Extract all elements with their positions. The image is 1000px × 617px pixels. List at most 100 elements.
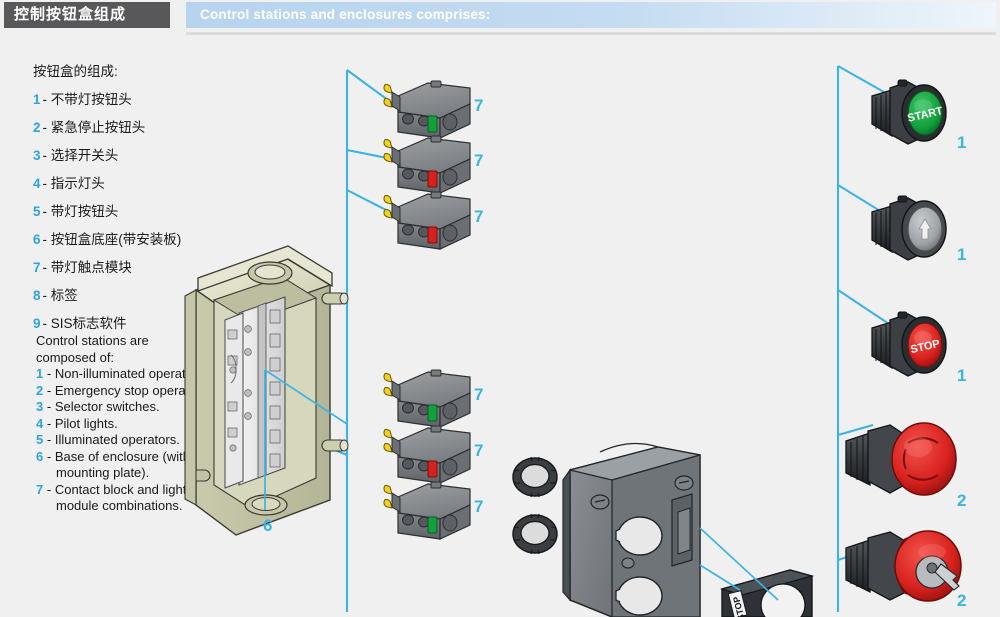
legend-dash: - [42, 176, 48, 191]
callout-operator-2: 1 [957, 245, 967, 264]
legend-dash: - [42, 148, 48, 163]
chinese-legend-item-3: 3- 选择开关头 [33, 144, 233, 164]
enclosure-cover-plate [562, 442, 701, 617]
legend-label: SIS标志软件 [50, 316, 127, 331]
chinese-legend-item-5: 5- 带灯按钮头 [33, 200, 233, 220]
callout-contact-block-2: 7 [474, 151, 484, 170]
legend-label: 带灯按钮头 [50, 204, 119, 219]
chinese-legend-item-1: 1- 不带灯按钮头 [33, 88, 233, 108]
operator-head-emergency-stop-key [845, 530, 962, 602]
legend-dash: - [42, 120, 48, 135]
legend-number: 5 [33, 204, 41, 219]
callout-operator-4: 2 [957, 491, 967, 510]
legend-dash: - [46, 382, 52, 398]
operator-face-text: START [906, 105, 944, 125]
english-legend-item-1: 1 - Non-illuminated operators. [36, 366, 211, 383]
legend-dash: - [46, 432, 52, 447]
contact-block-3 [383, 191, 471, 250]
legend-label: Illuminated operators. [54, 432, 180, 447]
legend-label: Non-illuminated operators. [54, 366, 208, 381]
callout-contact-block-1: 7 [474, 96, 484, 115]
legend-dash: - [42, 288, 48, 303]
english-legend-heading-line1: Control stations are [36, 333, 149, 348]
chinese-legend-list: 按钮盒的组成: 1- 不带灯按钮头 2- 紧急停止按钮头 3- 选择开关头 4-… [33, 60, 233, 340]
callout-operator-3: 1 [957, 366, 967, 385]
operator-head-gray-arrow [871, 195, 947, 261]
legend-label: 不带灯按钮头 [50, 92, 132, 107]
chinese-legend-item-8: 8- 标签 [33, 284, 233, 304]
locking-ring-lower [512, 513, 558, 555]
legend-number: 4 [36, 415, 44, 431]
legend-label: 指示灯头 [50, 176, 105, 191]
legend-dash: - [42, 204, 48, 219]
legend-dash: - [46, 481, 52, 497]
operator-head-green-start: START [871, 79, 947, 145]
key-icon [934, 563, 960, 591]
legend-number: 7 [33, 260, 41, 275]
legend-number: 4 [33, 176, 41, 191]
legend-number: 1 [33, 92, 41, 107]
english-legend-item-6: 6 - Base of enclosure (with mounting pla… [36, 449, 211, 482]
chinese-legend-item-4: 4- 指示灯头 [33, 172, 233, 192]
english-legend-item-4: 4 - Pilot lights. [36, 416, 211, 433]
english-legend-item-2: 2 - Emergency stop operators. [36, 383, 211, 400]
callout-enclosure-base: 6 [263, 516, 273, 535]
legend-label: Selector switches. [54, 399, 160, 414]
legend-label: 带灯触点模块 [50, 260, 132, 275]
legend-number: 6 [33, 232, 41, 247]
legend-label: Contact block and light module combinati… [54, 481, 187, 514]
legend-number: 3 [36, 399, 44, 414]
contact-block-6 [383, 481, 471, 540]
locking-ring-upper [512, 456, 558, 498]
chinese-legend-item-9: 9- SIS标志软件 [33, 312, 233, 332]
legend-number: 2 [36, 382, 44, 398]
label-holder: STOP [699, 527, 815, 617]
legend-dash: - [42, 232, 48, 247]
operator-head-red-stop: STOP [871, 311, 947, 377]
legend-label: 按钮盒底座(带安装板) [50, 232, 182, 247]
chinese-legend-heading: 按钮盒的组成: [33, 64, 118, 79]
callout-operator-1: 1 [957, 133, 967, 152]
legend-label: 选择开关头 [50, 148, 119, 163]
legend-number: 2 [33, 120, 41, 135]
legend-dash: - [46, 366, 52, 381]
contact-block-5 [383, 425, 471, 484]
legend-number: 1 [36, 366, 44, 381]
legend-number: 7 [36, 481, 44, 497]
legend-dash: - [46, 448, 52, 464]
legend-label: 紧急停止按钮头 [50, 120, 146, 135]
callout-contact-block-5: 7 [474, 441, 484, 460]
key-lock-icon [915, 555, 949, 589]
english-legend-item-5: 5 - Illuminated operators. [36, 432, 211, 449]
operator-head-emergency-stop-mushroom [845, 422, 957, 496]
callout-contact-block-4: 7 [474, 385, 484, 404]
legend-label: Base of enclosure (with mounting plate). [54, 448, 190, 481]
legend-dash: - [42, 92, 48, 107]
legend-number: 9 [33, 316, 41, 331]
up-arrow-icon [918, 218, 932, 240]
page-title-chinese: 控制按钮盒组成 [4, 2, 170, 28]
legend-number: 5 [36, 432, 44, 447]
english-legend-item-3: 3 - Selector switches. [36, 399, 211, 416]
legend-dash: - [46, 415, 52, 431]
leader-lines-contact-blocks [329, 69, 393, 612]
page-title-english: Control stations and enclosures comprise… [186, 2, 996, 28]
legend-dash: - [42, 260, 48, 275]
chinese-legend-item-6: 6- 按钮盒底座(带安装板) [33, 228, 233, 248]
leader-lines-operators [836, 65, 899, 612]
chinese-legend-item-7: 7- 带灯触点模块 [33, 256, 233, 276]
legend-number: 6 [36, 448, 44, 464]
legend-label: 标签 [50, 288, 78, 303]
english-legend-heading-line2: composed of: [36, 349, 115, 365]
operator-face-text: STOP [909, 338, 941, 356]
contact-block-1 [383, 80, 471, 139]
english-legend-list: Control stations are composed of: 1 - No… [36, 333, 211, 515]
mounting-plate [224, 296, 286, 489]
legend-number: 3 [33, 148, 41, 163]
header-divider [186, 32, 996, 35]
legend-label: Pilot lights. [54, 415, 118, 431]
chinese-legend-item-2: 2- 紧急停止按钮头 [33, 116, 233, 136]
legend-label: Emergency stop operators. [54, 382, 211, 398]
legend-dash: - [42, 316, 48, 331]
contact-block-4 [383, 369, 471, 428]
